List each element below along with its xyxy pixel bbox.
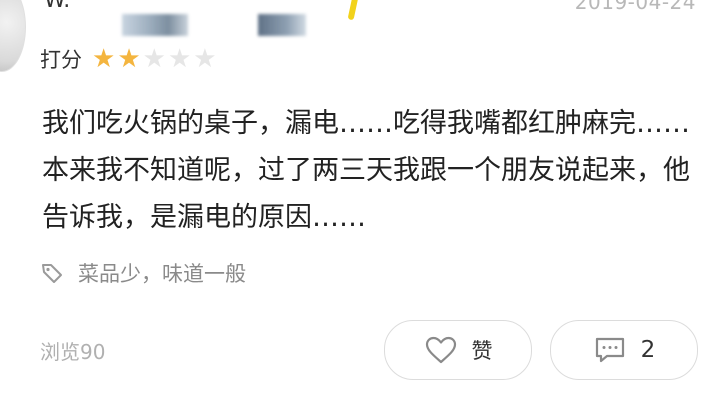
review-date: 2019-04-24 (574, 0, 696, 14)
review-content: 我们吃火锅的桌子，漏电……吃得我嘴都红肿麻完……本来我不知道呢，过了两三天我跟一… (42, 108, 690, 233)
tag-icon (42, 264, 62, 283)
comment-button[interactable]: 2 (550, 320, 698, 380)
like-button[interactable]: 赞 (384, 320, 532, 380)
star-icon: ★ (142, 44, 166, 74)
rating-label: 打分 (40, 48, 82, 72)
star-icon: ★ (167, 44, 192, 74)
star-icon: ★ (193, 44, 217, 74)
star-icon: ★ (92, 44, 116, 74)
heart-icon (425, 336, 456, 364)
decorative-mark (347, 0, 359, 21)
review-tag[interactable]: 菜品少，味道一般 (40, 258, 246, 288)
avatar[interactable] (0, 0, 26, 72)
rating-row: 打分 ★ ★ ★ ★ ★ (40, 44, 217, 74)
rating-stars: ★ ★ ★ ★ ★ (92, 46, 217, 72)
username[interactable]: W. (44, 0, 70, 13)
tag-text: 菜品少，味道一般 (78, 262, 246, 286)
blurred-name-part-1 (122, 14, 188, 36)
comment-count: 2 (640, 337, 656, 363)
star-icon: ★ (117, 44, 141, 74)
view-count: 浏览90 (40, 340, 106, 364)
blurred-name-part-2 (258, 14, 306, 36)
comment-icon (595, 337, 624, 363)
like-label: 赞 (471, 339, 493, 363)
